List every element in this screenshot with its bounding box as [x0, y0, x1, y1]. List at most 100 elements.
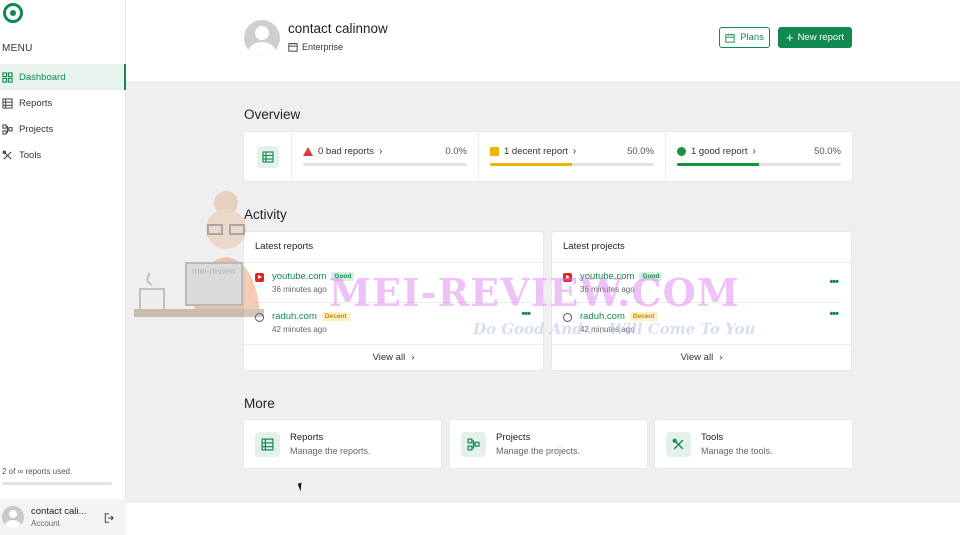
- latest-projects-card: Latest projects youtube.com Good 36 minu…: [552, 232, 851, 370]
- list-item[interactable]: youtube.com Good 36 minutes ago •••: [552, 263, 851, 302]
- latest-projects-title: Latest projects: [552, 232, 851, 263]
- user-name: contact calinnow: [288, 21, 388, 36]
- bad-reports-stat[interactable]: 0 bad reports › 0.0%: [292, 132, 479, 181]
- latest-reports-card: Latest reports youtube.com Good 36 minut…: [244, 232, 543, 370]
- main-content: Overview 0 bad reports › 0.0% 1 decent r…: [126, 81, 960, 503]
- more-reports-card[interactable]: Reports Manage the reports.: [244, 420, 441, 468]
- card-description: Manage the projects.: [496, 446, 581, 456]
- activity-title: Activity: [244, 207, 287, 222]
- chevron-right-icon: ›: [719, 352, 723, 363]
- more-options-icon[interactable]: •••: [829, 276, 839, 288]
- stat-label: 1 decent report: [504, 146, 568, 157]
- timestamp: 36 minutes ago: [272, 285, 327, 294]
- account-panel[interactable]: contact cali... Account: [0, 499, 126, 535]
- timestamp: 42 minutes ago: [580, 325, 635, 334]
- sidebar-item-projects[interactable]: Projects: [0, 116, 126, 142]
- plans-button[interactable]: Plans: [719, 27, 770, 48]
- sidebar-item-label: Projects: [19, 123, 54, 135]
- warning-triangle-icon: [303, 147, 313, 156]
- card-description: Manage the reports.: [290, 446, 371, 456]
- sidebar-nav: Dashboard Reports Projects Tools: [0, 64, 126, 168]
- stat-percent: 50.0%: [627, 146, 654, 157]
- tools-icon: [666, 431, 691, 457]
- status-badge: Good: [639, 272, 663, 281]
- chevron-right-icon: ›: [378, 146, 383, 157]
- site-link[interactable]: raduh.com: [580, 311, 625, 322]
- sidebar-item-tools[interactable]: Tools: [0, 142, 126, 168]
- stat-percent: 0.0%: [445, 146, 467, 157]
- more-options-icon[interactable]: •••: [521, 308, 531, 320]
- timestamp: 42 minutes ago: [272, 325, 327, 334]
- status-badge: Good: [331, 272, 355, 281]
- menu-title: MENU: [2, 43, 33, 54]
- plans-button-label: Plans: [740, 32, 764, 43]
- site-link[interactable]: youtube.com: [580, 271, 634, 282]
- wordpress-icon: [255, 313, 264, 322]
- view-all-projects-button[interactable]: View all ›: [552, 344, 851, 370]
- usage-text: 2 of ∞ reports used.: [2, 467, 73, 476]
- account-name: contact cali...: [31, 506, 87, 517]
- more-tools-card[interactable]: Tools Manage the tools.: [655, 420, 852, 468]
- site-link[interactable]: youtube.com: [272, 271, 326, 282]
- chevron-right-icon: ›: [752, 146, 756, 157]
- card-description: Manage the tools.: [701, 446, 773, 456]
- stat-label: 0 bad reports: [318, 146, 374, 157]
- sidebar: MENU Dashboard Reports Projects Tools 2 …: [0, 0, 126, 535]
- list-item[interactable]: raduh.com Decent 42 minutes ago •••: [254, 302, 533, 341]
- more-title: More: [244, 396, 275, 411]
- stat-progress-bar: [303, 163, 467, 166]
- user-avatar: [244, 20, 280, 56]
- sidebar-item-label: Tools: [19, 149, 42, 161]
- card-title: Reports: [290, 432, 324, 443]
- view-all-label: View all: [372, 352, 406, 363]
- plan-name: Enterprise: [302, 42, 344, 52]
- plans-icon: [725, 33, 735, 43]
- overview-title: Overview: [244, 107, 301, 122]
- footer-area: [126, 503, 960, 535]
- latest-reports-title: Latest reports: [244, 232, 543, 263]
- app-logo-icon[interactable]: [3, 3, 23, 23]
- decent-reports-stat[interactable]: 1 decent report › 50.0%: [479, 132, 666, 181]
- reports-icon: [255, 431, 280, 457]
- avatar: [2, 506, 24, 528]
- plan-label: Enterprise: [288, 42, 343, 52]
- chevron-right-icon: ›: [411, 352, 415, 363]
- good-reports-stat[interactable]: 1 good report › 50.0%: [666, 132, 852, 181]
- card-title: Tools: [701, 432, 724, 443]
- sidebar-item-label: Dashboard: [19, 71, 66, 83]
- sidebar-item-reports[interactable]: Reports: [0, 90, 126, 116]
- more-options-icon[interactable]: •••: [829, 308, 839, 320]
- view-all-reports-button[interactable]: View all ›: [244, 344, 543, 370]
- logout-icon[interactable]: [104, 513, 114, 523]
- page-header: contact calinnow Enterprise Plans + New …: [126, 0, 960, 81]
- youtube-icon: [563, 273, 572, 282]
- new-report-button[interactable]: + New report: [778, 27, 852, 48]
- projects-icon: [461, 431, 486, 457]
- timestamp: 36 minutes ago: [580, 285, 635, 294]
- reports-icon: [2, 97, 13, 109]
- reports-summary-icon: [256, 145, 279, 168]
- list-item[interactable]: raduh.com Decent 42 minutes ago •••: [562, 302, 841, 341]
- site-link[interactable]: raduh.com: [272, 311, 317, 322]
- stat-progress-fill: [677, 163, 759, 166]
- list-item[interactable]: youtube.com Good 36 minutes ago: [244, 263, 543, 302]
- new-report-label: New report: [797, 32, 845, 43]
- stat-progress-fill: [490, 163, 572, 166]
- youtube-icon: [255, 273, 264, 282]
- tools-icon: [2, 150, 13, 161]
- status-badge: Decent: [321, 312, 350, 321]
- overview-card: 0 bad reports › 0.0% 1 decent report › 5…: [244, 132, 852, 181]
- calendar-icon: [288, 42, 298, 52]
- wordpress-icon: [563, 313, 572, 322]
- stat-label: 1 good report: [691, 146, 748, 157]
- dashboard-icon: [2, 71, 13, 83]
- card-title: Projects: [496, 432, 531, 443]
- stat-progress-bar: [677, 163, 841, 166]
- more-projects-card[interactable]: Projects Manage the projects.: [450, 420, 647, 468]
- projects-icon: [2, 123, 13, 135]
- decent-square-icon: [490, 147, 499, 156]
- account-subtitle: Account: [31, 519, 60, 528]
- sidebar-item-dashboard[interactable]: Dashboard: [0, 64, 126, 90]
- view-all-label: View all: [680, 352, 714, 363]
- chevron-right-icon: ›: [572, 146, 577, 157]
